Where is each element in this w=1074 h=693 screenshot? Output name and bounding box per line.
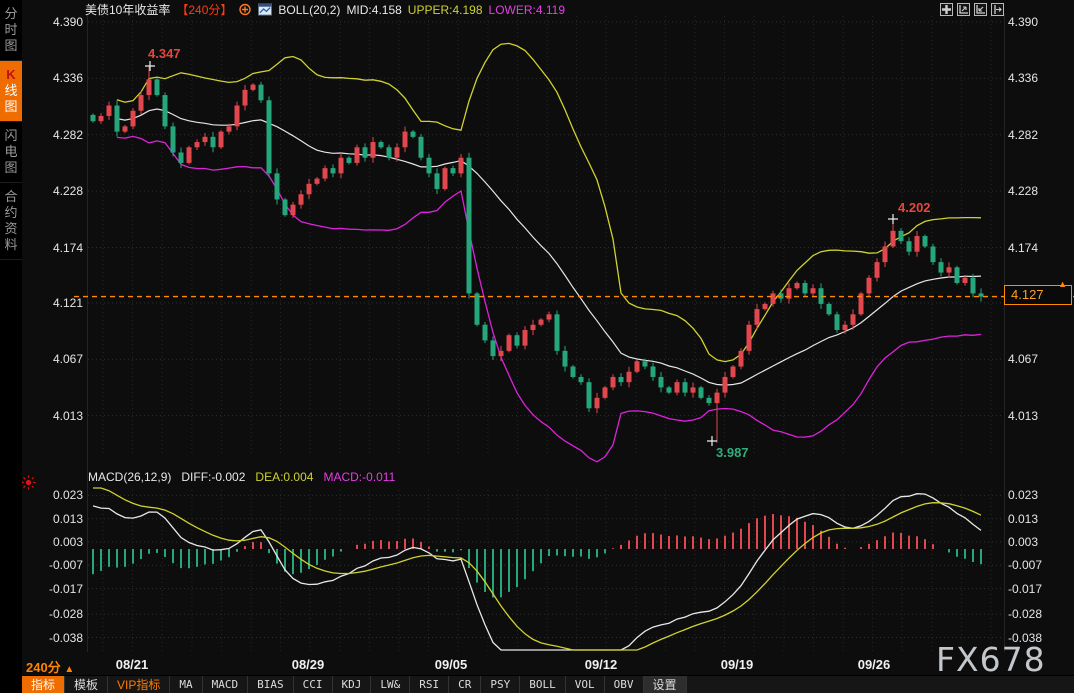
boll-mid-value: MID:4.158 (346, 3, 401, 17)
macd-diff-value: DIFF:-0.002 (181, 470, 245, 484)
price-axis-tick: 4.390 (1008, 15, 1038, 29)
boll-upper-value: UPPER:4.198 (408, 3, 483, 17)
price-axis-tick: 4.013 (28, 409, 83, 423)
macd-axis-tick: 0.013 (28, 512, 83, 526)
toolbar-item-RSI[interactable]: RSI (410, 676, 449, 693)
boll-label: BOLL(20,2) (278, 3, 340, 17)
toolbar-item-KDJ[interactable]: KDJ (333, 676, 372, 693)
price-marker-icon: ▲ (1058, 275, 1067, 293)
toolbar-item-OBV[interactable]: OBV (605, 676, 644, 693)
macd-axis-tick: 0.023 (1008, 488, 1038, 502)
macd-header: MACD(26,12,9) DIFF:-0.002 DEA:0.004 MACD… (88, 470, 395, 484)
chart-header: 美债10年收益率 【240分】 BOLL(20,2) MID:4.158 UPP… (85, 2, 565, 17)
price-axis-tick: 4.067 (28, 352, 83, 366)
toolbar-item-指标[interactable]: 指标 (22, 676, 65, 693)
price-axis-tick: 4.282 (1008, 128, 1038, 142)
sidebar-tab-闪电图[interactable]: 闪电图 (0, 122, 22, 183)
pan-icon[interactable] (940, 3, 953, 16)
date-axis-tick: 09/05 (435, 657, 468, 672)
price-axis-tick: 4.282 (28, 128, 83, 142)
macd-axis-tick: -0.017 (28, 582, 83, 596)
macd-axis-tick: 0.003 (28, 535, 83, 549)
period-label: 【240分】 (176, 1, 232, 18)
macd-axis-tick: -0.007 (1008, 558, 1042, 572)
last-price-tag: 4.127 ▲ (1004, 285, 1072, 305)
date-axis-tick: 09/26 (858, 657, 891, 672)
time-axis: 240分 ▲ 08/21 08/29 09/05 09/12 09/19 09/26 (22, 655, 1074, 675)
price-annotation: 3.987 (716, 445, 749, 460)
toolbar-item-CR[interactable]: CR (449, 676, 481, 693)
price-axis-tick: 4.228 (28, 184, 83, 198)
chart-type-icon[interactable] (258, 3, 272, 16)
date-axis-tick: 08/29 (292, 657, 325, 672)
price-axis-tick: 4.067 (1008, 352, 1038, 366)
chart-toolbox (940, 3, 1004, 16)
date-axis-tick: 09/12 (585, 657, 618, 672)
macd-macd-value: MACD:-0.011 (323, 470, 395, 484)
macd-dea-value: DEA:0.004 (255, 470, 313, 484)
price-axis-tick: 4.390 (28, 15, 83, 29)
macd-axis-tick: -0.017 (1008, 582, 1042, 596)
price-axis-tick: 4.336 (28, 71, 83, 85)
sidebar-tab-分时图[interactable]: 分时图 (0, 0, 22, 61)
toolbar-item-MA[interactable]: MA (170, 676, 202, 693)
macd-axis-tick: 0.003 (1008, 535, 1038, 549)
toolbar-item-VOL[interactable]: VOL (566, 676, 605, 693)
indicator-toolbar: 指标模板VIP指标MAMACDBIASCCIKDJLW&RSICRPSYBOLL… (22, 675, 1074, 693)
toolbar-item-PSY[interactable]: PSY (481, 676, 520, 693)
period-selector[interactable]: 240分 ▲ (26, 657, 74, 676)
date-axis-tick: 08/21 (116, 657, 149, 672)
chart-app: 分时图K线图闪电图合约资料 美债10年收益率 【240分】 BOLL(20,2)… (0, 0, 1074, 693)
toolbar-item-BIAS[interactable]: BIAS (248, 676, 294, 693)
boll-lower-value: LOWER:4.119 (489, 3, 565, 17)
date-axis-tick: 09/19 (721, 657, 754, 672)
chevron-up-icon: ▲ (64, 664, 74, 675)
collapse-panel-icon[interactable] (991, 3, 1004, 16)
price-annotation: 4.202 (898, 200, 931, 215)
price-annotation: 4.347 (148, 46, 181, 61)
toolbar-item-MACD[interactable]: MACD (203, 676, 249, 693)
macd-axis-tick: -0.038 (28, 631, 83, 645)
macd-axis-tick: 0.023 (28, 488, 83, 502)
zoom-out-axis-icon[interactable] (974, 3, 987, 16)
zoom-in-axis-icon[interactable] (957, 3, 970, 16)
sidebar-tabs: 分时图K线图闪电图合约资料 (0, 0, 22, 260)
macd-axis-tick: -0.007 (28, 558, 83, 572)
price-axis-tick: 4.336 (1008, 71, 1038, 85)
watermark: FX678 (936, 640, 1046, 679)
macd-axis-tick: 0.013 (1008, 512, 1038, 526)
toolbar-item-模板[interactable]: 模板 (65, 676, 108, 693)
instrument-title: 美债10年收益率 (85, 1, 170, 18)
price-axis-tick: 4.121 (28, 296, 83, 310)
sidebar: 分时图K线图闪电图合约资料 (0, 0, 22, 693)
price-axis-tick: 4.013 (1008, 409, 1038, 423)
macd-params: MACD(26,12,9) (88, 470, 171, 484)
last-price-value: 4.127 (1011, 287, 1044, 302)
macd-axis-tick: -0.028 (1008, 607, 1042, 621)
price-axis-tick: 4.174 (28, 241, 83, 255)
macd-axis-tick: -0.028 (28, 607, 83, 621)
sidebar-tab-K线图[interactable]: K线图 (0, 61, 22, 122)
toolbar-item-设置[interactable]: 设置 (644, 676, 687, 693)
price-axis-tick: 4.174 (1008, 241, 1038, 255)
add-indicator-icon[interactable] (238, 3, 252, 16)
price-chart-canvas[interactable] (0, 0, 1074, 693)
toolbar-item-BOLL[interactable]: BOLL (520, 676, 566, 693)
price-axis-tick: 4.228 (1008, 184, 1038, 198)
toolbar-item-VIP指标[interactable]: VIP指标 (108, 676, 170, 693)
indicator-alert-icon[interactable] (21, 475, 36, 495)
toolbar-item-LW&[interactable]: LW& (371, 676, 410, 693)
toolbar-item-CCI[interactable]: CCI (294, 676, 333, 693)
sidebar-tab-合约资料[interactable]: 合约资料 (0, 183, 22, 260)
